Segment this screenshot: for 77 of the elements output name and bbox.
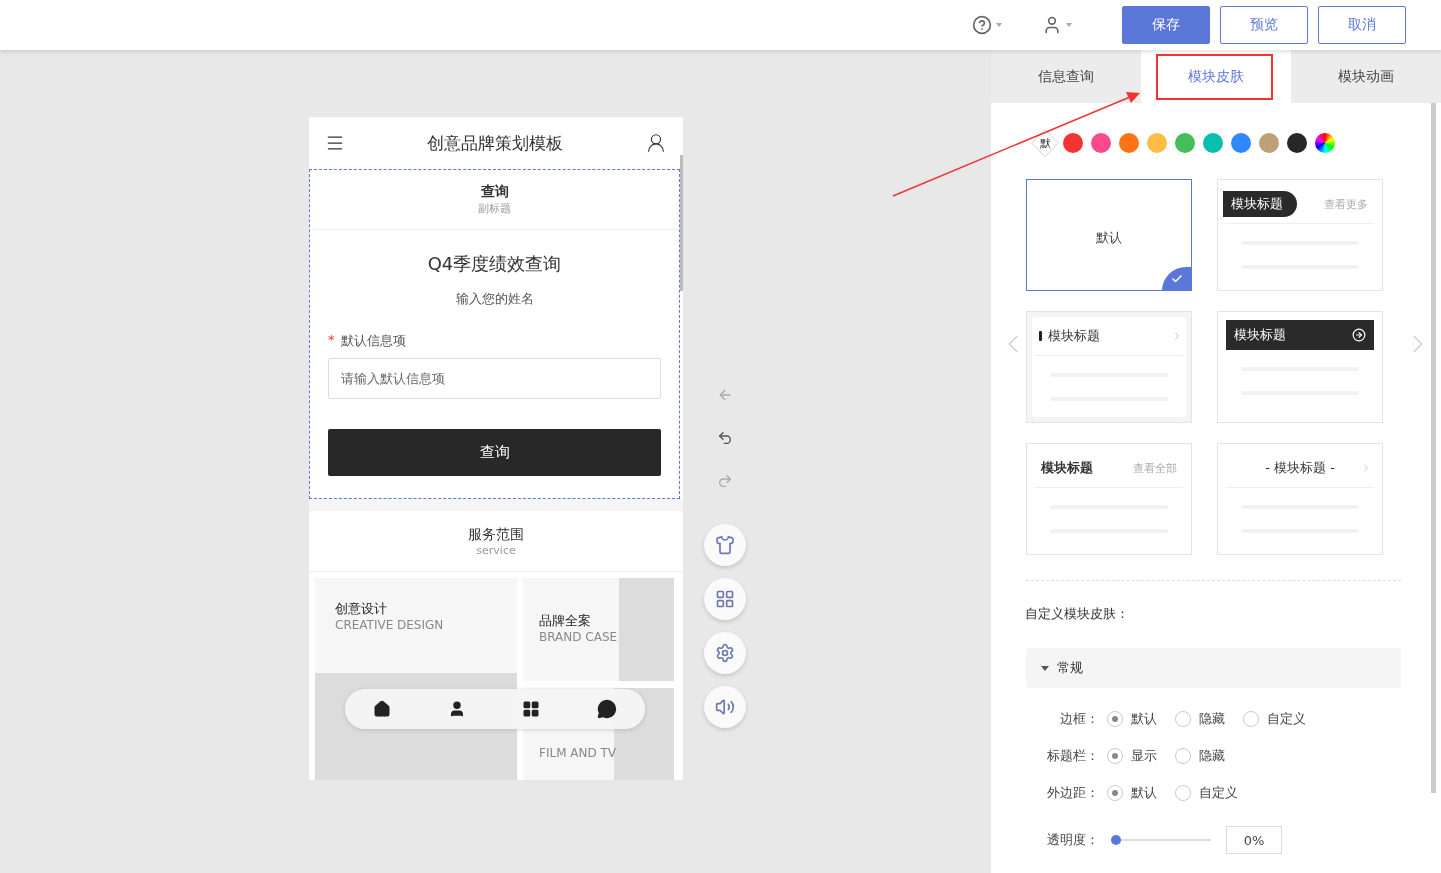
color-swatch[interactable] bbox=[1175, 133, 1195, 153]
value-field[interactable]: 0% bbox=[1226, 826, 1282, 854]
skin-option[interactable]: 模块标题 bbox=[1026, 311, 1192, 423]
color-swatch[interactable] bbox=[1147, 133, 1167, 153]
card-subtitle: FILM AND TV bbox=[539, 746, 618, 760]
module-title: 查询 bbox=[480, 183, 509, 201]
card-title: 创意设计 bbox=[335, 600, 388, 618]
service-card[interactable]: 品牌全案 BRAND CASE bbox=[523, 578, 674, 681]
save-button[interactable]: 保存 bbox=[1122, 6, 1210, 44]
check-icon bbox=[1162, 267, 1191, 290]
row-label: 外边距： bbox=[1046, 784, 1099, 802]
user-icon[interactable] bbox=[1042, 15, 1072, 35]
skin-title: 模块标题 bbox=[1223, 191, 1297, 217]
query-button[interactable]: 查询 bbox=[328, 429, 661, 476]
color-swatch[interactable] bbox=[1259, 133, 1279, 153]
row-label: 透明度： bbox=[1046, 831, 1099, 849]
color-swatch[interactable] bbox=[1119, 133, 1139, 153]
section-header[interactable]: 常规 bbox=[1026, 648, 1401, 688]
input-field[interactable]: 请输入默认信息项 bbox=[328, 358, 661, 399]
row-label: 标题栏： bbox=[1046, 747, 1099, 765]
form-prompt: 输入您的姓名 bbox=[454, 290, 535, 308]
user-icon[interactable] bbox=[645, 132, 667, 154]
query-module[interactable]: 查询 副标题 Q4季度绩效查询 输入您的姓名 * 默认信息项 请输入默认信息项 查询 bbox=[309, 169, 680, 499]
card-title: 品牌全案 bbox=[539, 612, 592, 630]
grid-icon[interactable] bbox=[522, 700, 541, 718]
card-subtitle: BRAND CASE bbox=[539, 630, 619, 644]
color-swatch[interactable] bbox=[1287, 133, 1307, 153]
color-swatch[interactable] bbox=[1231, 133, 1251, 153]
radio-option[interactable]: 隐藏 bbox=[1175, 747, 1225, 765]
skin-title: - 模块标题 - bbox=[1265, 459, 1335, 477]
skin-title: 模块标题 bbox=[1041, 459, 1093, 477]
toolbar-button[interactable]: 预览 bbox=[1220, 6, 1308, 44]
color-swatch[interactable] bbox=[1063, 133, 1083, 153]
skin-option[interactable]: 默认 bbox=[1026, 179, 1192, 291]
slider-thumb[interactable] bbox=[1111, 835, 1121, 845]
help-icon[interactable] bbox=[972, 15, 1002, 35]
chat-icon[interactable] bbox=[596, 699, 617, 719]
skin-label: 默认 bbox=[1096, 228, 1122, 247]
page-title: 创意品牌策划模板 bbox=[427, 131, 563, 155]
bar-mark bbox=[1039, 331, 1042, 341]
custom-skin-heading: 自定义模块皮肤： bbox=[1025, 605, 1130, 623]
color-wheel-icon[interactable] bbox=[1315, 133, 1335, 153]
radio-option[interactable]: 默认 bbox=[1107, 710, 1157, 728]
radio-option[interactable]: 自定义 bbox=[1175, 784, 1238, 802]
tab[interactable]: 模块皮肤 bbox=[1141, 50, 1291, 103]
section-subtitle: service bbox=[476, 543, 516, 557]
skin-title: 模块标题 bbox=[1234, 326, 1286, 344]
swatch-label: 默 bbox=[1039, 135, 1051, 151]
required-mark: * bbox=[328, 332, 335, 349]
skin-option[interactable]: 模块标题 查看更多 bbox=[1217, 179, 1383, 291]
radio-option[interactable]: 显示 bbox=[1107, 747, 1157, 765]
shirt-icon[interactable] bbox=[704, 524, 746, 566]
more-label: 查看全部 bbox=[1133, 460, 1177, 476]
skin-title: 模块标题 bbox=[1048, 327, 1100, 345]
form-heading: Q4季度绩效查询 bbox=[426, 252, 563, 276]
skin-option[interactable]: - 模块标题 - bbox=[1217, 443, 1383, 555]
toolbar-button[interactable]: 取消 bbox=[1318, 6, 1406, 44]
color-swatch[interactable] bbox=[1091, 133, 1111, 153]
radio-option[interactable]: 默认 bbox=[1107, 784, 1157, 802]
radio-option[interactable]: 自定义 bbox=[1243, 710, 1306, 728]
arrow-circle-icon bbox=[1352, 328, 1366, 342]
home-icon[interactable] bbox=[373, 700, 392, 718]
color-swatch[interactable] bbox=[1203, 133, 1223, 153]
field-label: 默认信息项 bbox=[340, 332, 406, 350]
skin-option[interactable]: 模块标题 查看全部 bbox=[1026, 443, 1192, 555]
tab[interactable]: 信息查询 bbox=[991, 50, 1141, 103]
section-title: 服务范围 bbox=[468, 525, 524, 544]
tab[interactable]: 模块动画 bbox=[1291, 50, 1441, 103]
speaker-icon[interactable] bbox=[704, 686, 746, 728]
module-subtitle: 副标题 bbox=[478, 201, 511, 216]
row-label: 边框： bbox=[1059, 710, 1099, 728]
settings-icon[interactable] bbox=[704, 632, 746, 674]
more-label: 查看更多 bbox=[1324, 196, 1368, 212]
skin-option[interactable]: 模块标题 bbox=[1217, 311, 1383, 423]
card-subtitle: CREATIVE DESIGN bbox=[335, 618, 445, 632]
undo-icon[interactable] bbox=[717, 430, 733, 446]
radio-option[interactable]: 隐藏 bbox=[1175, 710, 1225, 728]
